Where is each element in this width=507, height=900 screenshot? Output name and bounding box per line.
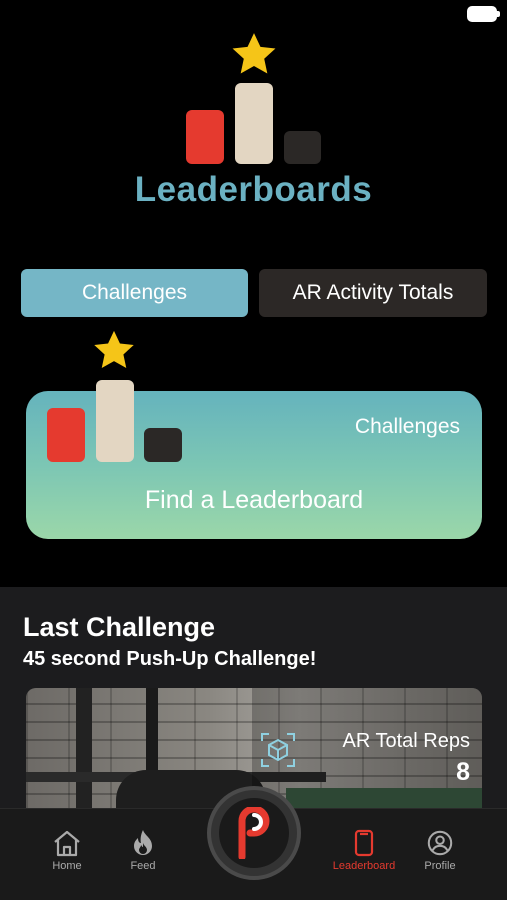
flame-icon xyxy=(134,830,152,855)
leaderboard-icon xyxy=(354,829,374,857)
nav-profile[interactable]: Profile xyxy=(405,829,475,872)
app-logo-icon xyxy=(238,807,270,859)
home-icon xyxy=(54,830,80,857)
last-challenge-title: Last Challenge xyxy=(23,612,216,642)
page-title: Leaderboards xyxy=(134,170,373,209)
center-action-button[interactable] xyxy=(207,786,301,880)
status-bar xyxy=(0,0,507,30)
nav-home-label: Home xyxy=(52,860,82,872)
tab-challenges[interactable]: Challenges xyxy=(21,269,248,317)
battery-icon xyxy=(467,6,500,22)
podium-bar-dark xyxy=(284,131,321,164)
card-action: Find a Leaderboard xyxy=(144,486,364,514)
nav-feed[interactable]: Feed xyxy=(108,829,178,872)
segmented-tabs: Challenges AR Activity Totals xyxy=(21,269,487,317)
ar-total-reps-value: 8 xyxy=(456,758,470,786)
last-challenge-subtitle: 45 second Push-Up Challenge! xyxy=(23,648,317,670)
star-icon xyxy=(94,330,134,369)
podium-bar-red xyxy=(186,110,224,164)
nav-feed-label: Feed xyxy=(130,860,156,872)
nav-profile-label: Profile xyxy=(424,860,456,872)
nav-leaderboard[interactable]: Leaderboard xyxy=(326,829,402,872)
podium-bar-beige xyxy=(96,380,134,462)
star-icon xyxy=(232,33,276,74)
center-button-inner xyxy=(219,798,289,868)
podium-bar-dark xyxy=(144,428,182,462)
card-category: Challenges xyxy=(354,415,460,438)
ar-total-reps-label: AR Total Reps xyxy=(342,730,470,752)
tab-ar-activity-totals[interactable]: AR Activity Totals xyxy=(259,269,487,317)
nav-leaderboard-label: Leaderboard xyxy=(332,860,396,872)
leaderboards-logo: Leaderboards xyxy=(0,30,507,210)
ar-cube-icon xyxy=(261,733,295,767)
thumbnail-rack xyxy=(76,688,92,813)
nav-home[interactable]: Home xyxy=(32,829,102,872)
card-podium-logo xyxy=(46,328,186,463)
profile-icon xyxy=(427,830,453,856)
podium-bar-beige xyxy=(235,83,273,164)
podium-bar-red xyxy=(47,408,85,462)
